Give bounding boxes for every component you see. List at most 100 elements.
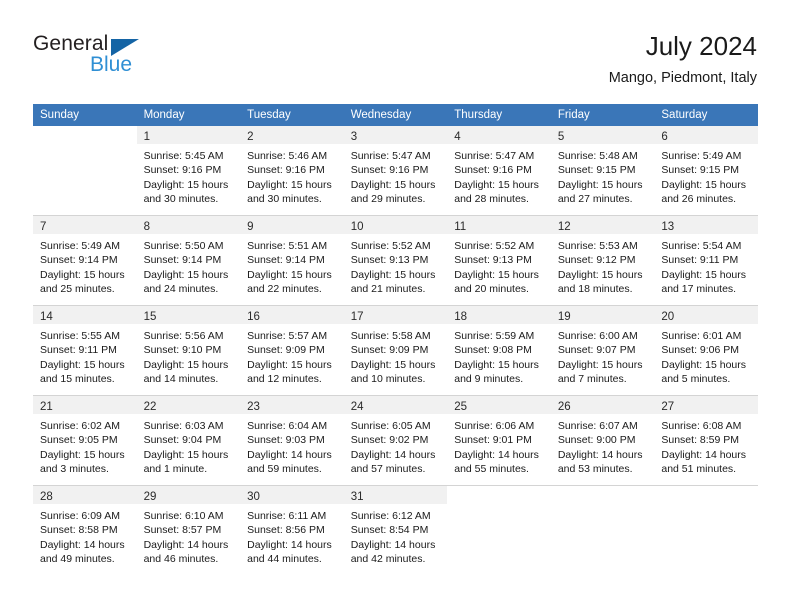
- day-cell-body: Sunrise: 6:07 AM Sunset: 9:00 PM Daylight:…: [551, 414, 655, 476]
- day-cell-body: Sunrise: 6:12 AM Sunset: 8:54 PM Daylight:…: [344, 504, 448, 566]
- calendar-day-cell[interactable]: 4 Sunrise: 5:47 AM Sunset: 9:16 PM Daylight…: [447, 126, 551, 216]
- sunrise-time: Sunrise: 6:01 AM: [661, 330, 742, 342]
- day-number: 20: [661, 311, 675, 323]
- daylight-duration: Daylight: 14 hours and 42 minutes.: [350, 538, 436, 565]
- day-number: 16: [247, 311, 260, 323]
- calendar-day-cell[interactable]: 21 Sunrise: 6:02 AM Sunset: 9:05 PM Dayligh…: [33, 395, 137, 486]
- day-number: 14: [40, 311, 53, 323]
- day-cell-body: Sunrise: 6:11 AM Sunset: 8:56 PM Daylight:…: [240, 504, 344, 566]
- calendar-day-cell[interactable]: 27 Sunrise: 6:08 AM Sunset: 8:59 PM Dayligh…: [654, 395, 758, 486]
- weekday-header-wednesday: Wednesday: [343, 104, 448, 126]
- day-number-strip: [550, 486, 655, 504]
- day-cell-body: Sunrise: 5:52 AM Sunset: 9:13 PM Daylight:…: [447, 234, 551, 296]
- sunrise-time: Sunrise: 6:12 AM: [350, 510, 431, 522]
- calendar-day-cell[interactable]: 10 Sunrise: 5:52 AM Sunset: 9:13 PM Dayligh…: [343, 215, 448, 306]
- day-number-strip: 17: [343, 306, 448, 324]
- calendar-day-cell[interactable]: 11 Sunrise: 5:52 AM Sunset: 9:13 PM Dayligh…: [447, 215, 551, 306]
- sunset-time: Sunset: 9:15 PM: [557, 164, 636, 177]
- sunrise-time: Sunrise: 5:46 AM: [247, 150, 328, 162]
- day-number: 12: [557, 221, 571, 233]
- day-number: 7: [40, 221, 47, 233]
- calendar-day-cell[interactable]: 9 Sunrise: 5:51 AM Sunset: 9:14 PM Daylight…: [240, 215, 344, 306]
- daylight-duration: Daylight: 14 hours and 55 minutes.: [454, 448, 539, 475]
- day-number: 17: [350, 311, 364, 323]
- day-number-strip: 8: [136, 216, 241, 234]
- day-number-strip: 14: [33, 306, 137, 324]
- sunrise-time: Sunrise: 5:55 AM: [40, 330, 120, 342]
- daylight-duration: Daylight: 15 hours and 22 minutes.: [247, 268, 332, 295]
- daylight-duration: Daylight: 15 hours and 27 minutes.: [557, 178, 643, 205]
- calendar-day-cell[interactable]: 17 Sunrise: 5:58 AM Sunset: 9:09 PM Dayligh…: [343, 305, 448, 396]
- day-number-strip: 21: [33, 396, 137, 414]
- calendar-day-cell[interactable]: 5 Sunrise: 5:48 AM Sunset: 9:15 PM Daylight…: [550, 126, 655, 216]
- day-number-strip: 5: [550, 126, 655, 144]
- day-number: 26: [557, 401, 571, 413]
- calendar-day-cell[interactable]: 31 Sunrise: 6:12 AM Sunset: 8:54 PM Dayligh…: [343, 485, 448, 575]
- day-number: 15: [143, 311, 157, 323]
- sunset-time: Sunset: 8:56 PM: [247, 524, 325, 537]
- calendar-day-cell[interactable]: 12 Sunrise: 5:53 AM Sunset: 9:12 PM Dayligh…: [550, 215, 655, 306]
- sunset-time: Sunset: 9:16 PM: [454, 164, 532, 177]
- day-number-strip: [654, 486, 758, 504]
- daylight-duration: Daylight: 15 hours and 30 minutes.: [247, 178, 332, 205]
- calendar-day-cell[interactable]: 16 Sunrise: 5:57 AM Sunset: 9:09 PM Dayligh…: [240, 305, 344, 396]
- calendar-day-cell[interactable]: 18 Sunrise: 5:59 AM Sunset: 9:08 PM Dayligh…: [447, 305, 551, 396]
- calendar-day-cell-empty: [447, 485, 551, 575]
- calendar-day-cell[interactable]: 30 Sunrise: 6:11 AM Sunset: 8:56 PM Dayligh…: [240, 485, 344, 575]
- page-header: General Blue July 2024 Mango, Piedmont, …: [33, 30, 757, 96]
- calendar-day-cell[interactable]: 29 Sunrise: 6:10 AM Sunset: 8:57 PM Dayligh…: [136, 485, 241, 575]
- sunset-time: Sunset: 9:00 PM: [557, 434, 636, 447]
- calendar-day-cell[interactable]: 3 Sunrise: 5:47 AM Sunset: 9:16 PM Daylight…: [343, 126, 448, 216]
- day-number-strip: 23: [240, 396, 344, 414]
- day-cell-body: Sunrise: 6:00 AM Sunset: 9:07 PM Daylight:…: [551, 324, 655, 386]
- sunrise-time: Sunrise: 5:47 AM: [350, 150, 431, 162]
- day-number-strip: 11: [447, 216, 551, 234]
- sunset-time: Sunset: 9:14 PM: [247, 254, 325, 267]
- calendar-day-cell[interactable]: 22 Sunrise: 6:03 AM Sunset: 9:04 PM Dayligh…: [136, 395, 241, 486]
- daylight-duration: Daylight: 15 hours and 29 minutes.: [350, 178, 436, 205]
- calendar-day-cell[interactable]: 13 Sunrise: 5:54 AM Sunset: 9:11 PM Dayligh…: [654, 215, 758, 306]
- calendar-day-cell[interactable]: 8 Sunrise: 5:50 AM Sunset: 9:14 PM Daylight…: [136, 215, 241, 306]
- sunrise-time: Sunrise: 5:47 AM: [454, 150, 535, 162]
- calendar-day-cell[interactable]: 2 Sunrise: 5:46 AM Sunset: 9:16 PM Daylight…: [240, 126, 344, 216]
- sunset-time: Sunset: 9:01 PM: [454, 434, 532, 447]
- day-cell-body: Sunrise: 5:57 AM Sunset: 9:09 PM Daylight:…: [240, 324, 344, 386]
- calendar-day-cell[interactable]: 26 Sunrise: 6:07 AM Sunset: 9:00 PM Dayligh…: [550, 395, 655, 486]
- day-cell-body: Sunrise: 6:10 AM Sunset: 8:57 PM Daylight:…: [137, 504, 241, 566]
- calendar-day-cell[interactable]: 1 Sunrise: 5:45 AM Sunset: 9:16 PM Daylight…: [136, 126, 241, 216]
- day-cell-body: Sunrise: 5:55 AM Sunset: 9:11 PM Daylight:…: [33, 324, 137, 386]
- day-number-strip: 22: [136, 396, 241, 414]
- calendar-day-cell[interactable]: 6 Sunrise: 5:49 AM Sunset: 9:15 PM Daylight…: [654, 126, 758, 216]
- day-number: 6: [661, 131, 668, 143]
- sunset-time: Sunset: 9:11 PM: [40, 344, 117, 357]
- calendar-day-cell[interactable]: 19 Sunrise: 6:00 AM Sunset: 9:07 PM Dayligh…: [550, 305, 655, 396]
- weekday-header-sunday: Sunday: [33, 104, 137, 126]
- calendar-day-cell[interactable]: 23 Sunrise: 6:04 AM Sunset: 9:03 PM Dayligh…: [240, 395, 344, 486]
- weekday-header-friday: Friday: [550, 104, 655, 126]
- calendar-day-cell[interactable]: 15 Sunrise: 5:56 AM Sunset: 9:10 PM Dayligh…: [136, 305, 241, 396]
- day-number: 25: [454, 401, 468, 413]
- daylight-duration: Daylight: 15 hours and 14 minutes.: [143, 358, 229, 385]
- sunset-time: Sunset: 9:09 PM: [350, 344, 429, 357]
- day-cell-body: Sunrise: 6:08 AM Sunset: 8:59 PM Daylight:…: [654, 414, 758, 476]
- calendar-day-cell[interactable]: 25 Sunrise: 6:06 AM Sunset: 9:01 PM Dayligh…: [447, 395, 551, 486]
- daylight-duration: Daylight: 15 hours and 18 minutes.: [557, 268, 643, 295]
- calendar-day-cell[interactable]: 7 Sunrise: 5:49 AM Sunset: 9:14 PM Daylight…: [33, 215, 137, 306]
- sunrise-time: Sunrise: 6:03 AM: [143, 420, 224, 432]
- general-blue-logo[interactable]: General Blue: [33, 32, 233, 88]
- calendar-header-row: Sunday Monday Tuesday Wednesday Thursday…: [33, 104, 758, 126]
- sunset-time: Sunset: 8:57 PM: [143, 524, 222, 537]
- day-cell-body: Sunrise: 5:53 AM Sunset: 9:12 PM Daylight:…: [551, 234, 655, 296]
- day-number-strip: 15: [136, 306, 241, 324]
- calendar-day-cell[interactable]: 14 Sunrise: 5:55 AM Sunset: 9:11 PM Dayligh…: [33, 305, 137, 396]
- calendar-day-cell[interactable]: 24 Sunrise: 6:05 AM Sunset: 9:02 PM Dayligh…: [343, 395, 448, 486]
- day-number: 8: [143, 221, 150, 233]
- sunrise-time: Sunrise: 5:57 AM: [247, 330, 328, 342]
- calendar-day-cell[interactable]: 20 Sunrise: 6:01 AM Sunset: 9:06 PM Dayligh…: [654, 305, 758, 396]
- daylight-duration: Daylight: 15 hours and 26 minutes.: [661, 178, 747, 205]
- day-number-strip: 29: [136, 486, 241, 504]
- calendar-day-cell[interactable]: 28 Sunrise: 6:09 AM Sunset: 8:58 PM Dayligh…: [33, 485, 137, 575]
- sunset-time: Sunset: 9:03 PM: [247, 434, 325, 447]
- sunrise-time: Sunrise: 5:58 AM: [350, 330, 431, 342]
- day-cell-body: Sunrise: 6:02 AM Sunset: 9:05 PM Daylight:…: [33, 414, 137, 476]
